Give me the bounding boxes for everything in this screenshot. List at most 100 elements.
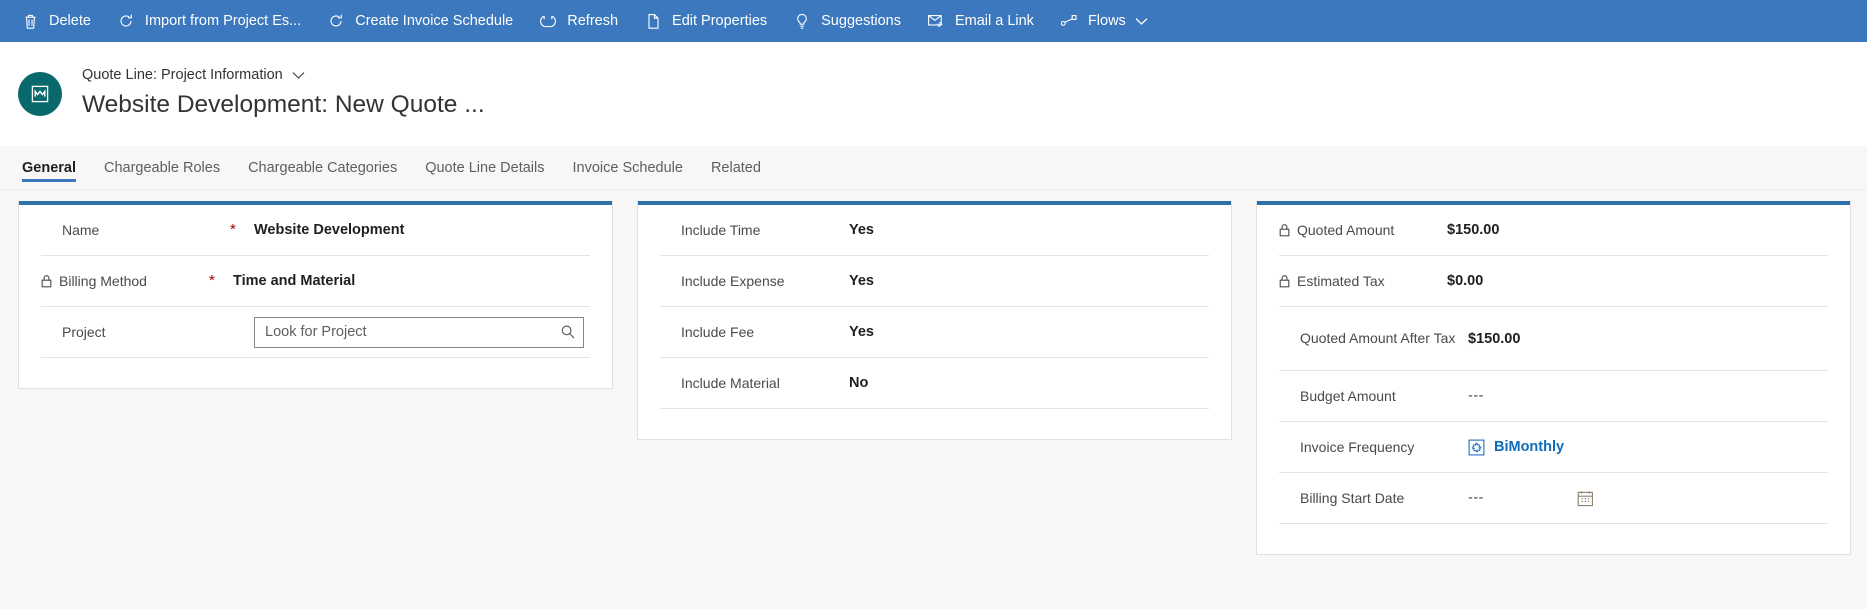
command-flows[interactable]: Flows bbox=[1047, 0, 1161, 42]
field-project-value-wrap bbox=[254, 316, 590, 348]
tab-related[interactable]: Related bbox=[697, 146, 775, 189]
tab-chargeable-categories[interactable]: Chargeable Categories bbox=[234, 146, 411, 189]
left-card-spacer bbox=[41, 358, 590, 388]
field-budget-amount: Budget Amount --- bbox=[1279, 371, 1828, 422]
field-quoted-amount-after-tax-value: $150.00 bbox=[1468, 330, 1521, 347]
command-suggestions-label: Suggestions bbox=[821, 12, 901, 29]
tab-invoice-schedule[interactable]: Invoice Schedule bbox=[559, 146, 697, 189]
right-card-spacer bbox=[1279, 524, 1828, 554]
flows-icon bbox=[1060, 12, 1078, 30]
field-include-expense: Include Expense Yes bbox=[660, 256, 1209, 307]
tab-general[interactable]: General bbox=[18, 146, 90, 189]
field-include-time: Include Time Yes bbox=[660, 205, 1209, 256]
field-include-material-value[interactable]: No bbox=[849, 375, 1209, 391]
field-name: Name * Website Development bbox=[41, 205, 590, 256]
command-create-invoice-schedule-label: Create Invoice Schedule bbox=[355, 12, 514, 29]
project-lookup[interactable] bbox=[254, 316, 584, 348]
field-name-label: Name bbox=[62, 221, 100, 238]
command-refresh-label: Refresh bbox=[567, 12, 619, 29]
field-estimated-tax: Estimated Tax $0.00 bbox=[1279, 256, 1828, 307]
command-suggestions[interactable]: Suggestions bbox=[780, 0, 914, 42]
field-name-required-marker: * bbox=[230, 221, 236, 238]
invoice-frequency-link[interactable]: BiMonthly bbox=[1494, 439, 1564, 455]
quote-line-entity-icon bbox=[30, 84, 50, 104]
field-name-value[interactable]: Website Development bbox=[254, 222, 590, 238]
field-billing-start-date-value[interactable]: --- bbox=[1468, 490, 1484, 506]
chevron-down-icon[interactable] bbox=[292, 71, 305, 80]
field-billing-start-date-value-wrap: --- bbox=[1468, 485, 1828, 511]
field-billing-start-date: Billing Start Date --- bbox=[1279, 473, 1828, 524]
field-include-time-label: Include Time bbox=[681, 221, 761, 238]
lightbulb-icon bbox=[793, 12, 811, 30]
field-include-time-value[interactable]: Yes bbox=[849, 222, 1209, 238]
field-include-fee-label: Include Fee bbox=[681, 323, 755, 340]
field-include-fee: Include Fee Yes bbox=[660, 307, 1209, 358]
field-quoted-amount-label: Quoted Amount bbox=[1297, 221, 1395, 238]
tab-chargeable-categories-label: Chargeable Categories bbox=[248, 159, 398, 176]
edit-properties-icon bbox=[644, 12, 662, 30]
field-quoted-amount-value: $150.00 bbox=[1447, 222, 1500, 238]
tab-quote-line-details[interactable]: Quote Line Details bbox=[411, 146, 558, 189]
lock-icon bbox=[1279, 223, 1290, 237]
field-include-fee-value[interactable]: Yes bbox=[849, 324, 1209, 340]
command-flows-label: Flows bbox=[1087, 12, 1126, 29]
tab-strip: General Chargeable Roles Chargeable Cate… bbox=[0, 146, 1867, 190]
page-title: Website Development: New Quote ... bbox=[82, 91, 485, 118]
field-include-material: Include Material No bbox=[660, 358, 1209, 409]
field-budget-amount-value[interactable]: --- bbox=[1468, 388, 1828, 404]
field-invoice-frequency: Invoice Frequency BiMonthly bbox=[1279, 422, 1828, 473]
command-create-invoice-schedule[interactable]: Create Invoice Schedule bbox=[314, 0, 526, 42]
entity-name-label: Quote Line: Project Information bbox=[82, 67, 283, 83]
command-import-from-project-estimate[interactable]: Import from Project Es... bbox=[104, 0, 314, 42]
tab-invoice-schedule-label: Invoice Schedule bbox=[572, 159, 683, 176]
tab-quote-line-details-label: Quote Line Details bbox=[425, 159, 545, 176]
record-header: Quote Line: Project Information Website … bbox=[0, 42, 1867, 146]
command-delete-label: Delete bbox=[49, 12, 91, 29]
field-invoice-frequency-value-wrap: BiMonthly bbox=[1468, 439, 1828, 456]
chevron-down-icon[interactable] bbox=[1135, 17, 1148, 26]
field-include-expense-value[interactable]: Yes bbox=[849, 273, 1209, 289]
tab-chargeable-roles[interactable]: Chargeable Roles bbox=[90, 146, 234, 189]
entity-breadcrumb: Quote Line: Project Information bbox=[82, 66, 485, 84]
avatar bbox=[18, 72, 62, 116]
command-edit-properties-label: Edit Properties bbox=[672, 12, 768, 29]
field-quoted-amount: Quoted Amount $150.00 bbox=[1279, 205, 1828, 256]
invoice-frequency-entity-icon bbox=[1468, 439, 1485, 456]
search-input[interactable] bbox=[255, 317, 553, 347]
lock-icon bbox=[1279, 274, 1290, 288]
field-quoted-amount-after-tax: Quoted Amount After Tax $150.00 bbox=[1279, 307, 1828, 371]
field-include-material-label: Include Material bbox=[681, 374, 780, 391]
card-general-middle: Include Time Yes Include Expense Yes Inc… bbox=[637, 201, 1232, 440]
field-billing-method-label-wrap: Billing Method bbox=[41, 272, 209, 291]
field-billing-method: Billing Method * Time and Material bbox=[41, 256, 590, 307]
command-email-a-link-label: Email a Link bbox=[954, 12, 1034, 29]
tab-general-label: General bbox=[22, 159, 76, 176]
refresh-create-icon bbox=[327, 12, 345, 30]
field-billing-method-label: Billing Method bbox=[59, 272, 147, 289]
tab-chargeable-roles-label: Chargeable Roles bbox=[104, 159, 221, 176]
command-import-label: Import from Project Es... bbox=[144, 12, 302, 29]
command-refresh[interactable]: Refresh bbox=[526, 0, 631, 42]
command-edit-properties[interactable]: Edit Properties bbox=[631, 0, 780, 42]
card-general-right: Quoted Amount $150.00 Estimated Tax $0.0… bbox=[1256, 201, 1851, 555]
command-delete[interactable]: Delete bbox=[8, 0, 104, 42]
field-quoted-amount-after-tax-label: Quoted Amount After Tax bbox=[1300, 330, 1456, 346]
email-link-icon bbox=[927, 12, 945, 30]
trash-icon bbox=[21, 12, 39, 30]
field-estimated-tax-label: Estimated Tax bbox=[1297, 272, 1385, 289]
lock-icon bbox=[41, 274, 52, 288]
field-invoice-frequency-label: Invoice Frequency bbox=[1300, 438, 1415, 455]
command-bar: Delete Import from Project Es... Create … bbox=[0, 0, 1867, 42]
field-billing-start-date-label: Billing Start Date bbox=[1300, 489, 1405, 506]
middle-card-spacer bbox=[660, 409, 1209, 439]
card-general-left: Name * Website Development Billing Metho… bbox=[18, 201, 613, 389]
field-budget-amount-label: Budget Amount bbox=[1300, 387, 1396, 404]
form-area: Name * Website Development Billing Metho… bbox=[0, 190, 1867, 609]
refresh-icon bbox=[539, 12, 557, 30]
field-estimated-tax-value: $0.00 bbox=[1447, 273, 1484, 289]
command-email-a-link[interactable]: Email a Link bbox=[914, 0, 1047, 42]
calendar-icon[interactable] bbox=[1572, 485, 1598, 511]
tab-related-label: Related bbox=[710, 159, 761, 176]
search-icon[interactable] bbox=[553, 318, 583, 347]
refresh-import-icon bbox=[117, 12, 135, 30]
